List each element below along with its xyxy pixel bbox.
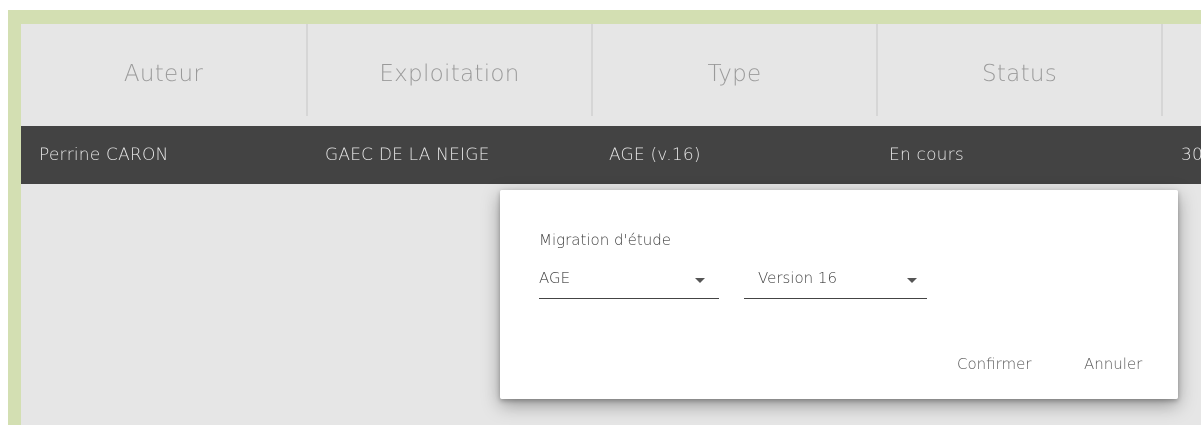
table-row[interactable]: Perrine CARON GAEC DE LA NEIGE AGE (v.16… <box>21 126 1201 184</box>
chevron-down-icon <box>907 278 917 283</box>
dialog-title: Migration d'étude <box>539 231 671 249</box>
cell-status: En cours <box>889 145 964 165</box>
cell-auteur: Perrine CARON <box>39 145 169 165</box>
column-header-auteur[interactable]: Auteur <box>21 24 306 124</box>
column-header-status[interactable]: Status <box>878 24 1161 124</box>
chevron-down-icon <box>695 278 705 283</box>
cell-date: 30 <box>1181 145 1201 165</box>
type-select-value: AGE <box>539 269 571 287</box>
column-header-exploitation[interactable]: Exploitation <box>308 24 591 124</box>
type-select[interactable]: AGE <box>539 264 719 299</box>
column-divider <box>1161 24 1163 116</box>
cancel-button[interactable]: Annuler <box>1084 355 1142 373</box>
version-select[interactable]: Version 16 <box>744 264 927 299</box>
cell-type: AGE (v.16) <box>609 145 701 165</box>
cell-exploitation: GAEC DE LA NEIGE <box>325 145 490 165</box>
column-header-type[interactable]: Type <box>593 24 876 124</box>
migration-dialog: Migration d'étude AGE Version 16 Confirm… <box>500 190 1178 399</box>
table-header: Auteur Exploitation Type Status <box>21 24 1201 124</box>
confirm-button[interactable]: Confirmer <box>957 355 1032 373</box>
version-select-value: Version 16 <box>758 269 838 287</box>
